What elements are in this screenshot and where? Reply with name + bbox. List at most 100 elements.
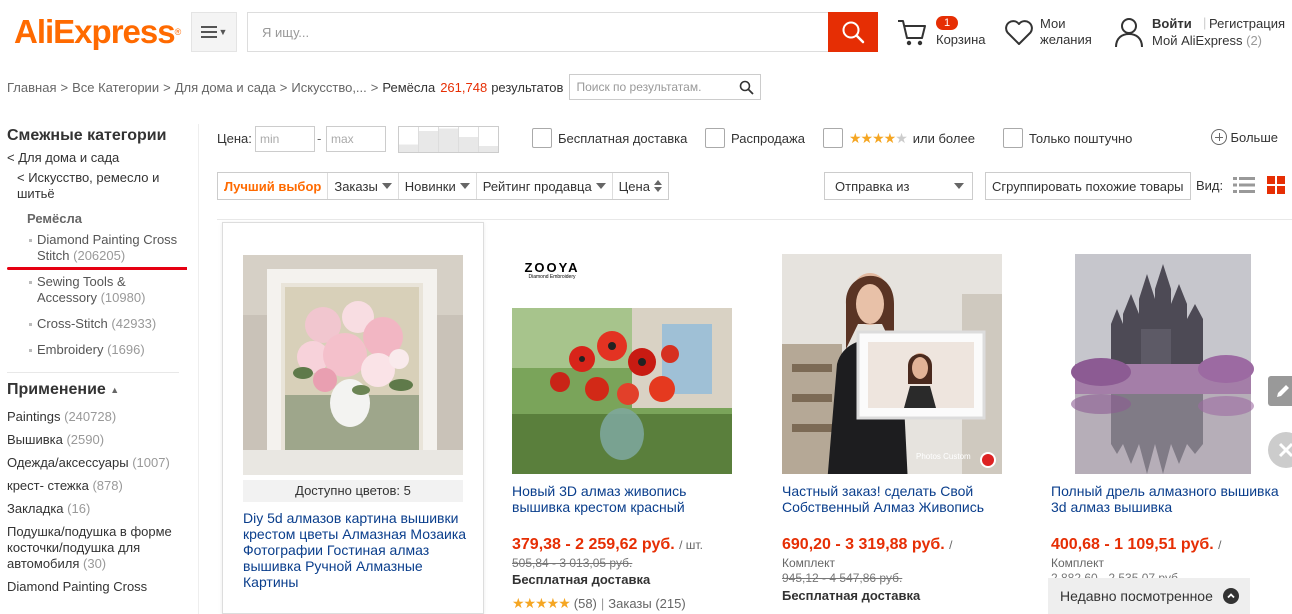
product-image-custom[interactable]: Photos Custom (782, 254, 1002, 474)
sort-orders[interactable]: Заказы (328, 173, 399, 199)
search-input[interactable] (248, 13, 829, 51)
rating-checkbox[interactable] (823, 128, 843, 148)
product-card[interactable]: Photos Custom Частный заказ! сделать Сво… (762, 222, 1024, 614)
sale-checkbox[interactable] (705, 128, 725, 148)
ship-from-select[interactable]: Отправка из (824, 172, 973, 200)
application-item-clothing[interactable]: Одежда/аксессуары (1007) (7, 455, 187, 471)
breadcrumb-home-garden[interactable]: Для дома и сада (175, 80, 276, 95)
subcategory-sewing-tools[interactable]: Sewing Tools & Accessory (10980) (27, 274, 187, 306)
single-piece-filter[interactable]: Только поштучно (1003, 128, 1132, 148)
sort-newest[interactable]: Новинки (399, 173, 477, 199)
sort-best-match[interactable]: Лучший выбор (218, 173, 329, 199)
application-item-diamond[interactable]: Diamond Painting Cross (7, 579, 187, 595)
subcategory-count: (42933) (111, 316, 157, 331)
product-card[interactable]: Полный дрель алмазного вышивка 3d алмаз … (1031, 222, 1292, 614)
plus-icon (1210, 129, 1227, 145)
divider (217, 219, 1292, 220)
rating-stars: ★★★★★ (849, 129, 908, 146)
my-aliexpress-link[interactable]: Мой AliExpress (2) (1152, 33, 1262, 48)
price-unit: / шт. (679, 538, 703, 552)
application-item-paintings[interactable]: Paintings (240728) (7, 409, 187, 425)
product-rating: ★★★★★ (58) | Заказы (215) (512, 595, 686, 611)
caret-down-icon (459, 183, 470, 189)
search-icon[interactable] (739, 80, 755, 95)
product-card[interactable]: ZOOYA Diamond Embroidery Новый 3D алмаз … (492, 222, 754, 614)
price-min-input[interactable] (256, 127, 314, 151)
grid-view-icon[interactable] (1267, 176, 1285, 194)
wishlist-link[interactable]: Мои желания (1004, 14, 1104, 54)
subcategory-diamond-painting[interactable]: Diamond Painting Cross Stitch (206205) (27, 232, 187, 264)
brand-name: ZOOYA (524, 260, 580, 275)
application-item-pillow[interactable]: Подушка/подушка в форме косточки/подушка… (7, 524, 187, 572)
signin-link[interactable]: Войти (1152, 16, 1192, 31)
product-title[interactable]: Частный заказ! сделать Свой Собственный … (782, 483, 1010, 515)
sort-best-label: Лучший выбор (224, 178, 322, 194)
old-price-value: 945,12 - 4 547,86 руб. (782, 571, 903, 585)
search-button[interactable] (828, 12, 878, 52)
product-title[interactable]: Diy 5d алмазов картина вышивки крестом ц… (243, 510, 471, 590)
product-title[interactable]: Новый 3D алмаз живопись вышивка крестом … (512, 483, 740, 515)
caret-down-icon (381, 183, 392, 189)
price-value: 690,20 - 3 319,88 руб. (782, 536, 945, 553)
heart-icon (1005, 20, 1033, 45)
product-image-castle[interactable] (1051, 254, 1271, 474)
order-count[interactable]: Заказы (215) (608, 596, 685, 611)
pencil-icon (1277, 385, 1289, 397)
poppy-painting-image (512, 254, 732, 474)
sort-price[interactable]: Цена (613, 173, 668, 199)
application-count: (1007) (132, 455, 170, 471)
back-home-garden[interactable]: < Для дома и сада (7, 150, 187, 166)
product-title[interactable]: Полный дрель алмазного вышивка 3d алмаз … (1051, 483, 1279, 515)
breadcrumb-arts[interactable]: Искусство,... (291, 80, 366, 95)
application-title-label: Применение (7, 381, 106, 399)
free-shipping-filter[interactable]: Бесплатная доставка (532, 128, 687, 148)
subcategory-cross-stitch[interactable]: Cross-Stitch (42933) (27, 316, 187, 332)
application-title[interactable]: Применение ▲ (7, 378, 187, 402)
subcategory-embroidery[interactable]: Embroidery (1696) (27, 342, 187, 358)
wishlist-label: Мои желания (1040, 16, 1092, 47)
caret-down-icon: ▼ (218, 27, 228, 37)
filter-bar: Цена: - Бесплатная доставка Распродажа ★… (217, 126, 1292, 154)
old-price: 505,84 - 3 013,05 руб. (512, 556, 632, 570)
feedback-button[interactable] (1268, 376, 1292, 406)
cart-label: Корзина (936, 32, 986, 47)
single-piece-checkbox[interactable] (1003, 128, 1023, 148)
rating-filter[interactable]: ★★★★★ или более (823, 128, 975, 148)
application-count: (16) (67, 501, 91, 517)
product-image-poppies[interactable]: ZOOYA Diamond Embroidery (512, 254, 732, 474)
view-label: Вид: (1196, 178, 1224, 193)
sidebar: Смежные категории < Для дома и сада < Ис… (7, 124, 187, 614)
more-filters-button[interactable]: Больше (1210, 129, 1278, 145)
free-shipping-checkbox[interactable] (532, 128, 552, 148)
subcategory-label: Embroidery (37, 342, 104, 357)
price-range-histogram[interactable] (398, 126, 499, 153)
logo-trademark: ® (174, 27, 182, 37)
cart-link[interactable]: 1 Корзина (896, 14, 991, 54)
price-unit-kit: Комплект (782, 556, 835, 570)
application-item-bookmark[interactable]: Закладка (16) (7, 501, 187, 517)
subcategory-label: Cross-Stitch (37, 316, 108, 331)
sale-filter[interactable]: Распродажа (705, 128, 805, 148)
application-label: Diamond Painting Cross (7, 579, 148, 595)
product-image-peonies[interactable] (243, 255, 463, 475)
application-item-cross-stitch[interactable]: крест- стежка (878) (7, 478, 187, 494)
register-link[interactable]: Регистрация (1209, 16, 1285, 31)
group-similar-button[interactable]: Сгруппировать похожие товары (985, 172, 1191, 200)
recently-viewed-bar[interactable]: Недавно посмотренное (1048, 578, 1250, 614)
application-item-embroidery[interactable]: Вышивка (2590) (7, 432, 187, 448)
sort-seller-rating[interactable]: Рейтинг продавца (477, 173, 613, 199)
separator: | (1203, 15, 1207, 30)
aliexpress-logo[interactable]: AliExpress® (14, 14, 182, 50)
back-arts-crafts[interactable]: < Искусство, ремесло и шитьё (17, 170, 187, 202)
refine-search-input[interactable] (570, 75, 761, 99)
list-view-icon[interactable] (1233, 176, 1255, 194)
breadcrumb-home[interactable]: Главная (7, 80, 56, 95)
review-count[interactable]: (58) (574, 596, 597, 611)
related-categories-title: Смежные категории (7, 127, 167, 144)
price-max-input[interactable] (327, 127, 385, 151)
breadcrumb-all-categories[interactable]: Все Категории (72, 80, 159, 95)
product-card[interactable]: Доступно цветов: 5 Diy 5d алмазов картин… (222, 222, 484, 614)
categories-menu-button[interactable]: ▼ (191, 12, 237, 52)
application-count: (2590) (66, 432, 105, 448)
red-annotation-underline (7, 267, 187, 270)
